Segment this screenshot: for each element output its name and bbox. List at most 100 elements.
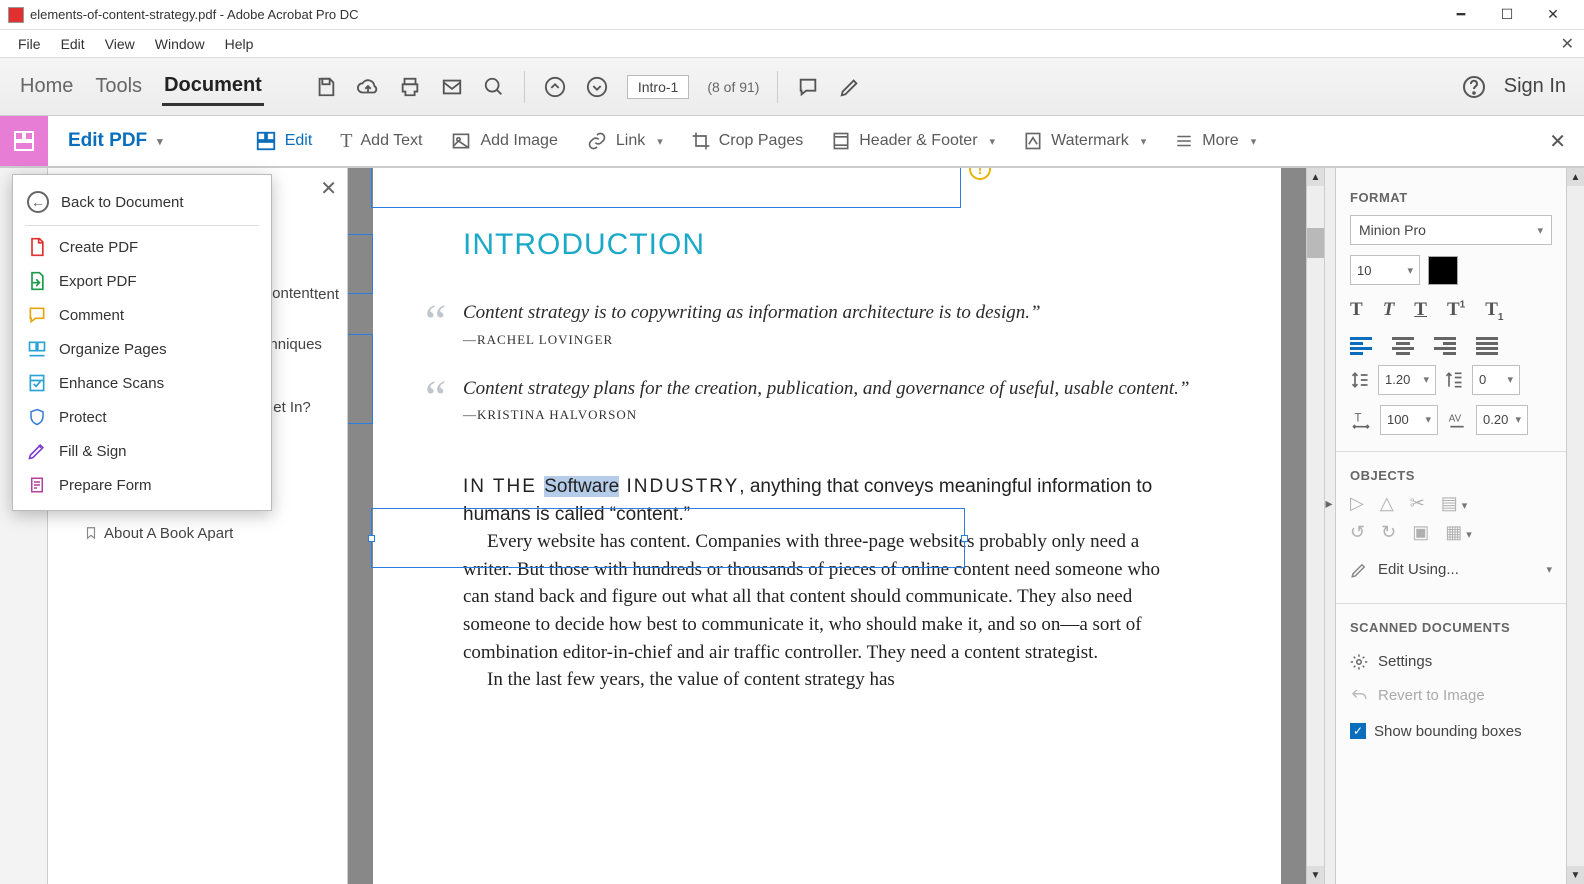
para-spacing-input[interactable]: 0▾: [1472, 365, 1520, 395]
edit-mode-icon[interactable]: [0, 116, 48, 166]
edit-tool-add-image[interactable]: Add Image: [436, 131, 571, 151]
undo-icon: [1350, 687, 1368, 705]
warning-icon[interactable]: !: [969, 168, 991, 180]
scroll-up-icon[interactable]: ▲: [1567, 168, 1584, 186]
crop-obj-icon[interactable]: ✂: [1410, 493, 1425, 514]
text-selection-box[interactable]: [371, 168, 961, 208]
italic-icon[interactable]: T: [1383, 299, 1395, 323]
popup-item-comment[interactable]: Comment: [13, 298, 271, 332]
line-spacing-input[interactable]: 1.20▾: [1378, 365, 1436, 395]
popup-item-protect[interactable]: Protect: [13, 400, 271, 434]
quote1-text[interactable]: Content strategy is to copywriting as in…: [463, 300, 1191, 326]
maximize-button[interactable]: ☐: [1484, 1, 1530, 29]
sidebar-close-icon[interactable]: ✕: [320, 176, 337, 201]
tab-document[interactable]: Document: [162, 68, 264, 106]
underline-icon[interactable]: T: [1414, 299, 1427, 323]
edit-tool-add-text[interactable]: T Add Text: [326, 130, 436, 153]
flip-h-icon[interactable]: ▷: [1350, 493, 1364, 514]
menu-file[interactable]: File: [8, 32, 51, 56]
popup-item-organize-pages[interactable]: Organize Pages: [13, 332, 271, 366]
edit-tool-more[interactable]: More▾: [1160, 132, 1270, 150]
search-icon[interactable]: [482, 75, 506, 99]
scroll-down-icon[interactable]: ▼: [1307, 866, 1324, 884]
edit-tool-edit[interactable]: Edit: [241, 130, 327, 152]
page-number-input[interactable]: Intro-1: [627, 75, 689, 99]
sign-in-button[interactable]: Sign In: [1504, 75, 1566, 98]
menu-edit[interactable]: Edit: [51, 32, 95, 56]
doc-heading[interactable]: INTRODUCTION: [463, 228, 1191, 262]
mail-icon[interactable]: [440, 75, 464, 99]
rotate-ccw-icon[interactable]: ↺: [1350, 522, 1365, 543]
edit-toolbar-close[interactable]: ✕: [1549, 129, 1566, 154]
popup-item-fill-sign[interactable]: Fill & Sign: [13, 434, 271, 468]
font-size-input[interactable]: 10▾: [1350, 255, 1420, 285]
replace-image-icon[interactable]: ▣: [1412, 522, 1429, 543]
menu-help[interactable]: Help: [215, 32, 264, 56]
tab-tools[interactable]: Tools: [93, 69, 144, 104]
body-selection-box[interactable]: [371, 508, 965, 568]
popup-item-icon: [27, 237, 47, 257]
document-scrollbar[interactable]: ▲ ▼: [1306, 168, 1324, 884]
document-area[interactable]: INTRODUCTION “ Content strategy is to co…: [348, 168, 1306, 884]
selected-text[interactable]: Software: [544, 476, 619, 497]
menubar-close-icon[interactable]: ✕: [1561, 34, 1574, 54]
font-color-swatch[interactable]: [1428, 256, 1458, 285]
popup-item-create-pdf[interactable]: Create PDF: [13, 230, 271, 264]
page-down-icon[interactable]: [585, 75, 609, 99]
scanned-settings[interactable]: Settings: [1350, 645, 1552, 679]
edit-tool-header-footer[interactable]: Header & Footer▾: [817, 130, 1009, 152]
tab-home[interactable]: Home: [18, 69, 75, 104]
cloud-upload-icon[interactable]: [356, 75, 380, 99]
minimize-button[interactable]: ━: [1438, 1, 1484, 29]
back-to-document[interactable]: ← Back to Document: [13, 183, 271, 221]
edit-tool-hf-label: Header & Footer: [859, 132, 977, 150]
arrange-icon[interactable]: ▦▾: [1445, 522, 1472, 543]
rotate-cw-icon[interactable]: ↻: [1381, 522, 1396, 543]
subscript-icon[interactable]: T1: [1485, 299, 1503, 323]
right-panel-scrollbar[interactable]: ▲ ▼: [1566, 168, 1584, 884]
quote-selection-box-2[interactable]: [348, 334, 373, 424]
quote1-attr[interactable]: —RACHEL LOVINGER: [463, 332, 1191, 348]
save-icon[interactable]: [314, 75, 338, 99]
superscript-icon[interactable]: T1: [1447, 299, 1465, 323]
edit-tool-watermark[interactable]: Watermark▾: [1009, 130, 1160, 152]
right-panel-strip[interactable]: ▸: [1324, 168, 1336, 884]
bookmark-item[interactable]: About A Book Apart: [56, 518, 339, 550]
edit-using-button[interactable]: Edit Using...▾: [1350, 553, 1552, 587]
print-icon[interactable]: [398, 75, 422, 99]
align-obj-icon[interactable]: ▤▾: [1441, 493, 1468, 514]
close-window-button[interactable]: ✕: [1530, 1, 1576, 29]
popup-item-export-pdf[interactable]: Export PDF: [13, 264, 271, 298]
help-icon[interactable]: [1462, 75, 1486, 99]
show-bounding-boxes-checkbox[interactable]: ✓ Show bounding boxes: [1350, 723, 1552, 740]
body-paragraph-3[interactable]: In the last few years, the value of cont…: [463, 666, 1191, 694]
popup-item-icon: [27, 441, 47, 461]
menu-bar: File Edit View Window Help ✕: [0, 30, 1584, 58]
comment-icon[interactable]: [796, 75, 820, 99]
menu-window[interactable]: Window: [145, 32, 215, 56]
bold-icon[interactable]: T: [1350, 299, 1363, 323]
hscale-input[interactable]: 100▾: [1380, 405, 1438, 435]
align-center-icon[interactable]: [1392, 337, 1414, 355]
edit-tool-crop[interactable]: Crop Pages: [677, 131, 818, 151]
edit-tool-link[interactable]: Link▾: [572, 131, 677, 151]
quote2-text[interactable]: Content strategy plans for the creation,…: [463, 376, 1191, 402]
align-left-icon[interactable]: [1350, 337, 1372, 355]
popup-item-prepare-form[interactable]: Prepare Form: [13, 468, 271, 502]
edit-pdf-dropdown[interactable]: Edit PDF▾: [48, 130, 181, 152]
menu-view[interactable]: View: [95, 32, 145, 56]
panel-toggle-icon[interactable]: ▸: [1322, 488, 1336, 518]
scroll-down-icon[interactable]: ▼: [1567, 866, 1584, 884]
page-up-icon[interactable]: [543, 75, 567, 99]
scroll-thumb[interactable]: [1307, 228, 1324, 258]
font-select[interactable]: Minion Pro▾: [1350, 215, 1552, 245]
align-right-icon[interactable]: [1434, 337, 1456, 355]
quote2-attr[interactable]: —KRISTINA HALVORSON: [463, 407, 1191, 423]
flip-v-icon[interactable]: △: [1380, 493, 1394, 514]
highlight-icon[interactable]: [838, 75, 862, 99]
char-spacing-input[interactable]: 0.20▾: [1476, 405, 1528, 435]
popup-item-enhance-scans[interactable]: Enhance Scans: [13, 366, 271, 400]
quote-selection-box[interactable]: [348, 234, 373, 294]
align-justify-icon[interactable]: [1476, 337, 1498, 355]
scroll-up-icon[interactable]: ▲: [1307, 168, 1324, 186]
